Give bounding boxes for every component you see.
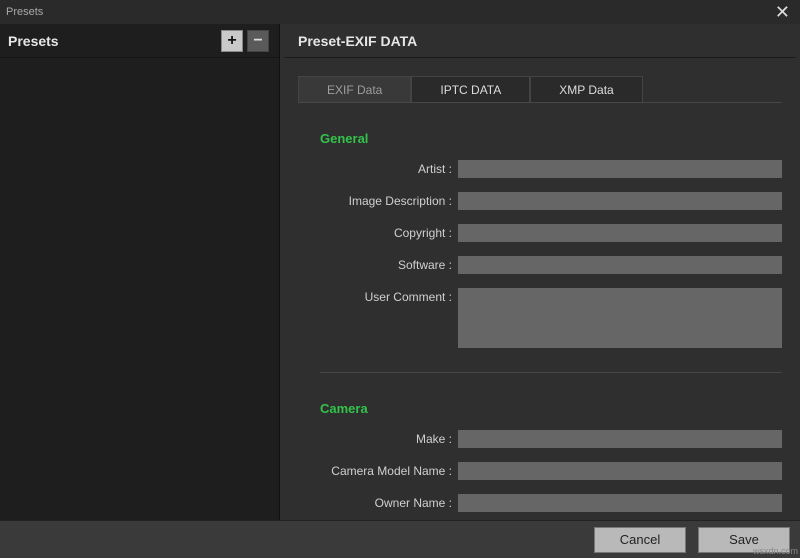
input-software[interactable] (458, 256, 782, 274)
main-header: Preset-EXIF DATA (284, 24, 796, 58)
add-preset-button[interactable]: + (221, 30, 243, 52)
tab-label: IPTC DATA (440, 83, 501, 97)
tab-row: EXIF Data IPTC DATA XMP Data (284, 76, 796, 102)
input-copyright[interactable] (458, 224, 782, 242)
remove-preset-button[interactable]: − (247, 30, 269, 52)
section-title-camera: Camera (320, 401, 782, 416)
tab-xmp-data[interactable]: XMP Data (530, 76, 642, 102)
sidebar-header: Presets + − (0, 24, 279, 58)
sidebar: Presets + − (0, 24, 280, 520)
label-artist: Artist : (298, 160, 458, 176)
field-row-software: Software : (298, 256, 782, 274)
body: Presets + − Preset-EXIF DATA EXIF Data (0, 24, 800, 520)
plus-icon: + (227, 32, 236, 50)
input-image-description[interactable] (458, 192, 782, 210)
main-panel: Preset-EXIF DATA EXIF Data IPTC DATA XMP… (280, 24, 800, 520)
main-title: Preset-EXIF DATA (298, 33, 417, 49)
titlebar: Presets ✕ (0, 0, 800, 24)
input-artist[interactable] (458, 160, 782, 178)
minus-icon: − (253, 32, 262, 50)
input-owner-name[interactable] (458, 494, 782, 512)
form-area: General Artist : Image Description : Cop… (284, 103, 796, 520)
label-owner-name: Owner Name : (298, 494, 458, 510)
input-camera-model-name[interactable] (458, 462, 782, 480)
field-row-copyright: Copyright : (298, 224, 782, 242)
footer: Cancel Save (0, 520, 800, 558)
field-row-camera-model-name: Camera Model Name : (298, 462, 782, 480)
field-row-user-comment: User Comment : (298, 288, 782, 348)
input-make[interactable] (458, 430, 782, 448)
label-camera-model-name: Camera Model Name : (298, 462, 458, 478)
presets-window: Presets ✕ Presets + − Preset-EXIF DATA (0, 0, 800, 558)
save-button[interactable]: Save (698, 527, 790, 553)
preset-list (0, 58, 279, 520)
tab-label: EXIF Data (327, 83, 382, 97)
tab-iptc-data[interactable]: IPTC DATA (411, 76, 530, 102)
section-separator (320, 372, 782, 373)
input-user-comment[interactable] (458, 288, 782, 348)
label-user-comment: User Comment : (298, 288, 458, 304)
label-image-description: Image Description : (298, 192, 458, 208)
label-software: Software : (298, 256, 458, 272)
window-title: Presets (6, 6, 43, 18)
sidebar-title: Presets (8, 33, 217, 49)
cancel-button[interactable]: Cancel (594, 527, 686, 553)
field-row-image-description: Image Description : (298, 192, 782, 210)
section-title-general: General (320, 131, 782, 146)
field-row-artist: Artist : (298, 160, 782, 178)
tab-exif-data[interactable]: EXIF Data (298, 76, 411, 102)
field-row-owner-name: Owner Name : (298, 494, 782, 512)
close-icon[interactable]: ✕ (771, 3, 794, 21)
field-row-make: Make : (298, 430, 782, 448)
label-make: Make : (298, 430, 458, 446)
label-copyright: Copyright : (298, 224, 458, 240)
tab-label: XMP Data (559, 83, 613, 97)
